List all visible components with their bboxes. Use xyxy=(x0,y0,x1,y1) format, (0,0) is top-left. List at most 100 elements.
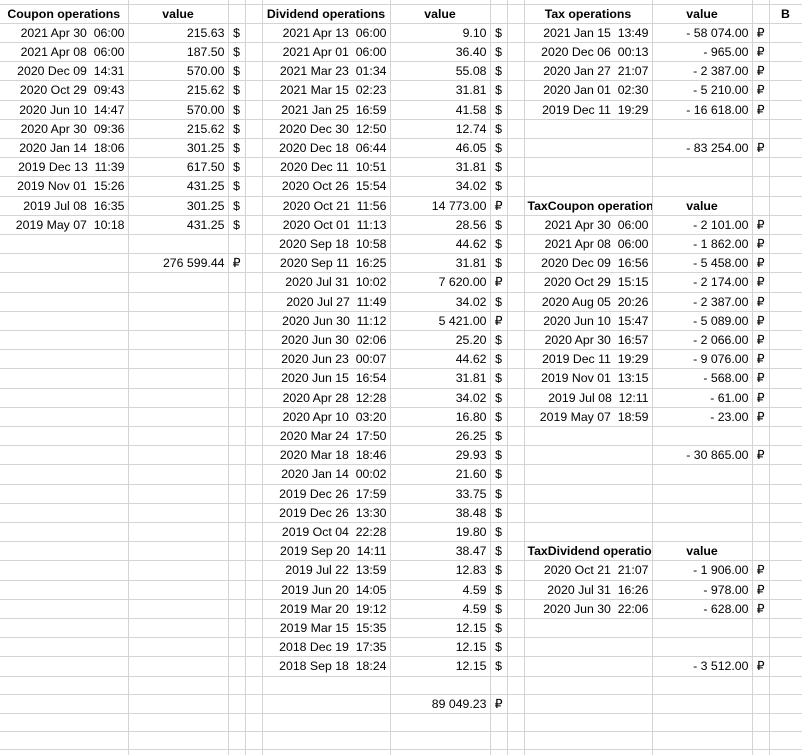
section-header-taxcoupon[interactable]: TaxCoupon operation xyxy=(524,196,653,216)
grid-cell-empty[interactable] xyxy=(228,637,246,658)
grid-cell-empty[interactable] xyxy=(752,731,770,751)
row-value[interactable]: - 978.00 xyxy=(652,580,753,600)
grid-cell-empty[interactable] xyxy=(524,713,653,733)
grid-cell-empty[interactable] xyxy=(245,541,263,562)
grid-cell-empty[interactable] xyxy=(228,4,246,24)
grid-cell-empty[interactable] xyxy=(0,234,129,255)
grid-cell-empty[interactable] xyxy=(769,138,802,159)
grid-cell-empty[interactable] xyxy=(228,560,246,581)
row-currency[interactable]: $ xyxy=(228,23,246,43)
grid-cell-empty[interactable] xyxy=(245,749,263,755)
row-datetime[interactable]: 2019 Jul 08 12:11 xyxy=(524,388,653,408)
row-value[interactable]: - 2 387.00 xyxy=(652,61,753,82)
grid-cell-empty[interactable] xyxy=(507,503,525,523)
grid-cell-empty[interactable] xyxy=(652,713,753,733)
row-value[interactable]: 16.80 xyxy=(390,407,491,427)
grid-cell-empty[interactable] xyxy=(507,349,525,370)
grid-cell-empty[interactable] xyxy=(524,484,653,504)
grid-cell-empty[interactable] xyxy=(128,713,229,733)
row-value[interactable]: 12.15 xyxy=(390,618,491,639)
row-value[interactable]: - 628.00 xyxy=(652,599,753,620)
grid-cell-empty[interactable] xyxy=(245,234,263,255)
row-currency[interactable]: $ xyxy=(490,23,508,43)
row-value[interactable]: 38.48 xyxy=(390,503,491,523)
grid-cell-empty[interactable] xyxy=(0,426,129,447)
row-value[interactable]: 34.02 xyxy=(390,292,491,312)
row-datetime[interactable]: 2021 Jan 15 13:49 xyxy=(524,23,653,43)
grid-cell-empty[interactable] xyxy=(0,580,129,600)
grid-cell-empty[interactable] xyxy=(769,23,802,43)
grid-cell-empty[interactable] xyxy=(507,80,525,101)
grid-cell-empty[interactable] xyxy=(752,484,770,504)
row-currency[interactable]: ₽ xyxy=(752,330,770,351)
row-datetime[interactable]: 2019 Dec 13 11:39 xyxy=(0,157,129,178)
grid-cell-empty[interactable] xyxy=(524,731,653,751)
grid-cell-empty[interactable] xyxy=(524,503,653,523)
row-currency[interactable]: ₽ xyxy=(752,388,770,408)
grid-cell-empty[interactable] xyxy=(769,61,802,82)
row-datetime[interactable]: 2020 Jun 23 00:07 xyxy=(262,349,391,370)
row-datetime[interactable]: 2019 Mar 15 15:35 xyxy=(262,618,391,639)
grid-cell-empty[interactable] xyxy=(507,522,525,543)
grid-cell-empty[interactable] xyxy=(752,637,770,658)
row-value[interactable]: 570.00 xyxy=(128,100,229,120)
grid-cell-empty[interactable] xyxy=(128,731,229,751)
row-currency[interactable]: $ xyxy=(490,80,508,101)
grid-cell-empty[interactable] xyxy=(507,388,525,408)
grid-cell-empty[interactable] xyxy=(769,484,802,504)
row-datetime[interactable]: 2020 Jun 30 11:12 xyxy=(262,311,391,331)
row-datetime[interactable]: 2019 May 07 18:59 xyxy=(524,407,653,427)
row-value[interactable]: - 16 618.00 xyxy=(652,100,753,120)
row-datetime[interactable]: 2020 Jan 01 02:30 xyxy=(524,80,653,101)
row-value[interactable]: 4.59 xyxy=(390,580,491,600)
row-value[interactable]: 21.60 xyxy=(390,464,491,485)
grid-cell-empty[interactable] xyxy=(0,368,129,389)
row-currency[interactable]: $ xyxy=(490,560,508,581)
grid-cell-empty[interactable] xyxy=(752,503,770,523)
grid-cell-empty[interactable] xyxy=(752,426,770,447)
row-datetime[interactable]: 2020 Jun 10 15:47 xyxy=(524,311,653,331)
grid-cell-empty[interactable] xyxy=(128,445,229,466)
row-datetime[interactable]: 2021 Apr 08 06:00 xyxy=(524,234,653,255)
grid-cell-empty[interactable] xyxy=(769,388,802,408)
row-datetime[interactable]: 2021 Apr 30 06:00 xyxy=(0,23,129,43)
grid-cell-empty[interactable] xyxy=(524,176,653,197)
row-datetime[interactable]: 2019 Jul 08 16:35 xyxy=(0,196,129,216)
grid-cell-empty[interactable] xyxy=(524,522,653,543)
grid-cell-empty[interactable] xyxy=(769,42,802,63)
grid-cell-empty[interactable] xyxy=(128,541,229,562)
grid-cell-empty[interactable] xyxy=(752,196,770,216)
row-currency[interactable]: ₽ xyxy=(752,42,770,63)
grid-cell-empty[interactable] xyxy=(245,618,263,639)
grid-cell-empty[interactable] xyxy=(228,676,246,695)
row-currency[interactable]: ₽ xyxy=(752,215,770,235)
row-datetime[interactable]: 2018 Sep 18 18:24 xyxy=(262,656,391,677)
grid-cell-empty[interactable] xyxy=(524,119,653,139)
grid-cell-empty[interactable] xyxy=(769,694,802,715)
grid-cell-empty[interactable] xyxy=(245,731,263,751)
grid-cell-empty[interactable] xyxy=(769,656,802,677)
grid-cell-empty[interactable] xyxy=(245,503,263,523)
row-value[interactable]: 41.58 xyxy=(390,100,491,120)
row-value[interactable]: 215.62 xyxy=(128,119,229,139)
grid-cell-empty[interactable] xyxy=(0,731,129,751)
grid-cell-empty[interactable] xyxy=(507,42,525,63)
grid-cell-empty[interactable] xyxy=(507,541,525,562)
row-value[interactable]: 46.05 xyxy=(390,138,491,159)
value-header-coupon[interactable]: value xyxy=(128,4,229,24)
grid-cell-empty[interactable] xyxy=(228,234,246,255)
row-datetime[interactable]: 2020 Jun 30 02:06 xyxy=(262,330,391,351)
grid-cell-empty[interactable] xyxy=(769,292,802,312)
grid-cell-empty[interactable] xyxy=(0,407,129,427)
grid-cell-empty[interactable] xyxy=(128,311,229,331)
grid-cell-empty[interactable] xyxy=(390,676,491,695)
grid-cell-empty[interactable] xyxy=(245,292,263,312)
grid-cell-empty[interactable] xyxy=(769,215,802,235)
grid-cell-empty[interactable] xyxy=(507,426,525,447)
grid-cell-empty[interactable] xyxy=(390,713,491,733)
grid-cell-empty[interactable] xyxy=(245,157,263,178)
row-currency[interactable]: $ xyxy=(490,484,508,504)
row-datetime[interactable]: 2020 Sep 11 16:25 xyxy=(262,253,391,274)
total-currency-coupon[interactable]: ₽ xyxy=(228,253,246,274)
grid-cell-empty[interactable] xyxy=(128,388,229,408)
